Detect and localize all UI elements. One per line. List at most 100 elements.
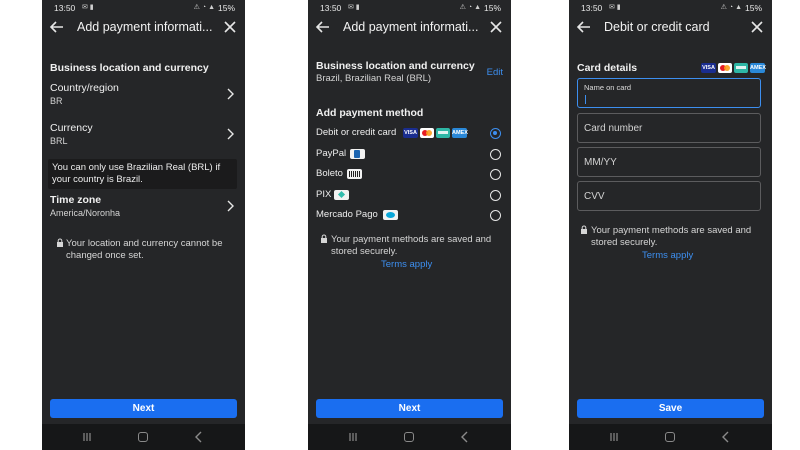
method-label: PayPal [316, 148, 347, 159]
method-label: Mercado Pago [316, 209, 378, 220]
method-label: Debit or credit card [316, 127, 397, 138]
app-bar: Debit or credit card [569, 15, 772, 41]
expiry-field[interactable] [577, 147, 761, 177]
radio-unselected[interactable] [490, 169, 501, 180]
system-nav-bar [308, 424, 511, 450]
home-icon[interactable] [665, 432, 675, 442]
status-time: 13:50 [581, 3, 603, 13]
status-bar: 13:50 ✉ ▮ ⚠ ◔ ▲ 15% [42, 0, 245, 15]
edit-link[interactable]: Edit [487, 67, 503, 78]
cvv-field[interactable] [577, 181, 761, 211]
back-arrow-icon[interactable] [314, 18, 332, 36]
close-icon[interactable] [748, 18, 766, 36]
method-boleto[interactable]: Boleto [316, 168, 503, 182]
section-title: Business location and currency [50, 62, 209, 74]
terms-link[interactable]: Terms apply [642, 250, 693, 261]
method-pix[interactable]: PIX [316, 189, 503, 203]
timezone-label: Time zone [50, 194, 102, 206]
amex-icon: AMEX [750, 63, 766, 73]
notification-icon: ✉ ▮ [348, 4, 360, 11]
notification-icon: ✉ ▮ [609, 4, 621, 11]
card-brand-icons: VISA AMEX [569, 62, 772, 74]
system-back-icon[interactable] [194, 431, 204, 443]
close-icon[interactable] [487, 18, 505, 36]
card-number-field[interactable] [577, 113, 761, 143]
card-number-input[interactable] [578, 114, 760, 142]
expiry-input[interactable] [578, 148, 760, 176]
lock-note: Your location and currency cannot be cha… [66, 238, 223, 261]
battery-level: 15% [483, 3, 501, 13]
pix-icon [334, 190, 349, 200]
back-arrow-icon[interactable] [48, 18, 66, 36]
battery-level: 15% [217, 3, 235, 13]
card-icon [436, 128, 450, 138]
notification-icon: ✉ ▮ [82, 4, 94, 11]
status-bar: 13:50 ✉ ▮ ⚠ ◔ ▲ 15% [308, 0, 511, 15]
section-title: Business location and currency [316, 60, 475, 72]
lock-icon [581, 225, 587, 234]
method-label: PIX [316, 189, 332, 200]
currency-value: BRL [50, 136, 68, 146]
signal-icons: ⚠ ◔ ▲ [459, 4, 481, 11]
page-title: Debit or credit card [604, 20, 710, 34]
phone-screen-card-details: 13:50 ✉ ▮ ⚠ ◔ ▲ 15% Debit or credit card… [569, 0, 772, 450]
timezone-value: America/Noronha [50, 208, 121, 218]
visa-icon: VISA [403, 128, 418, 138]
radio-unselected[interactable] [490, 149, 501, 160]
cvv-input[interactable] [578, 182, 760, 210]
close-icon[interactable] [221, 18, 239, 36]
app-bar: Add payment informati... [308, 15, 511, 41]
lock-icon [57, 238, 63, 247]
chevron-right-icon [227, 128, 234, 140]
page-title: Add payment informati... [343, 20, 479, 34]
next-button[interactable]: Next [316, 399, 503, 418]
recent-apps-icon[interactable] [609, 432, 619, 442]
recent-apps-icon[interactable] [348, 432, 358, 442]
method-card[interactable]: Debit or credit card VISA AMEX [316, 127, 503, 141]
next-button[interactable]: Next [50, 399, 237, 418]
card-icon [734, 63, 748, 73]
methods-title: Add payment method [316, 107, 424, 119]
chevron-right-icon [227, 88, 234, 100]
signal-icons: ⚠ ◔ ▲ [720, 4, 742, 11]
save-button[interactable]: Save [577, 399, 764, 418]
back-arrow-icon[interactable] [575, 18, 593, 36]
mastercard-icon [718, 63, 732, 73]
name-on-card-label: Name on card [584, 83, 632, 92]
home-icon[interactable] [404, 432, 414, 442]
radio-unselected[interactable] [490, 210, 501, 221]
system-nav-bar [42, 424, 245, 450]
home-icon[interactable] [138, 432, 148, 442]
recent-apps-icon[interactable] [82, 432, 92, 442]
barcode-icon [347, 169, 362, 179]
currency-label: Currency [50, 122, 93, 134]
visa-icon: VISA [701, 63, 716, 73]
method-label: Boleto [316, 168, 343, 179]
lock-icon [321, 234, 327, 243]
mercado-pago-icon [383, 210, 398, 220]
name-on-card-field[interactable]: Name on card [577, 78, 761, 108]
radio-unselected[interactable] [490, 190, 501, 201]
system-back-icon[interactable] [460, 431, 470, 443]
phone-screen-payment-method: 13:50 ✉ ▮ ⚠ ◔ ▲ 15% Add payment informat… [308, 0, 511, 450]
paypal-icon [350, 149, 365, 159]
battery-level: 15% [744, 3, 762, 13]
status-time: 13:50 [54, 3, 76, 13]
terms-link[interactable]: Terms apply [381, 259, 432, 270]
radio-selected[interactable] [490, 128, 501, 139]
mastercard-icon [420, 128, 434, 138]
text-caret [585, 95, 586, 104]
country-value: BR [50, 96, 63, 106]
status-time: 13:50 [320, 3, 342, 13]
system-back-icon[interactable] [721, 431, 731, 443]
country-label: Country/region [50, 82, 119, 94]
currency-info-box: You can only use Brazilian Real (BRL) if… [48, 159, 237, 189]
method-paypal[interactable]: PayPal [316, 148, 503, 162]
location-value: Brazil, Brazilian Real (BRL) [316, 73, 432, 84]
amex-icon: AMEX [452, 128, 468, 138]
page-title: Add payment informati... [77, 20, 213, 34]
chevron-right-icon [227, 200, 234, 212]
secure-note: Your payment methods are saved and store… [591, 225, 752, 248]
method-mercado-pago[interactable]: Mercado Pago [316, 209, 503, 223]
app-bar: Add payment informati... [42, 15, 245, 41]
